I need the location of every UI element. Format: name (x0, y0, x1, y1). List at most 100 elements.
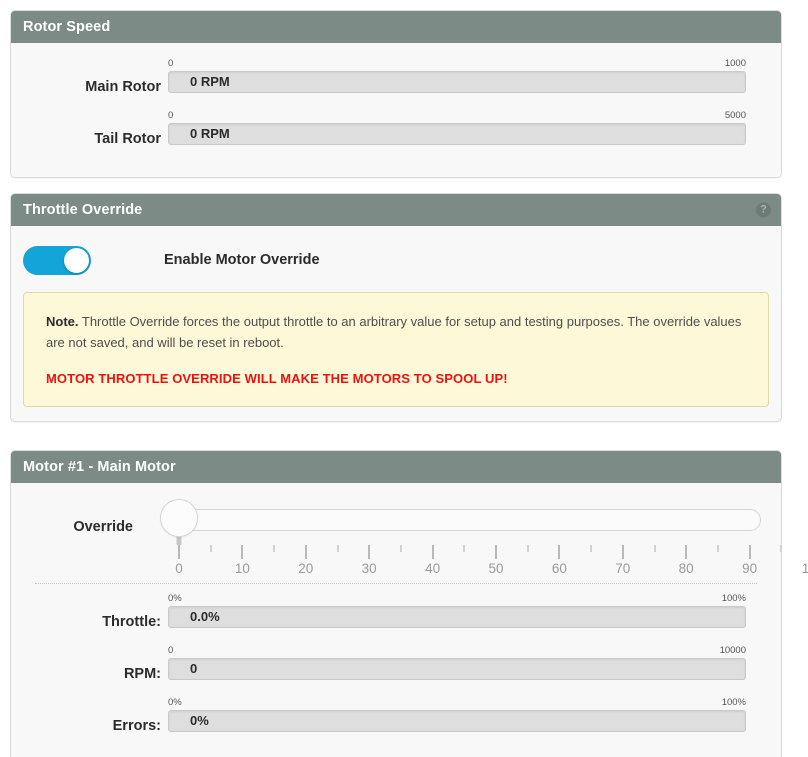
rotor-gauge-range: 0 5000 (168, 109, 771, 123)
override-slider-tick-labels: 0102030405060708090100 (159, 561, 761, 579)
override-slider-label: Override (21, 519, 133, 535)
motor-gauge-row: Errors: 0% 100% 0% (21, 696, 771, 748)
rotor-gauge-gauge: 0 5000 0 RPM (168, 109, 771, 145)
slider-tick-label: 40 (425, 561, 440, 576)
slider-tick-label: 80 (679, 561, 694, 576)
override-slider-row: Override 0102030405060708090100 (21, 491, 771, 583)
rotor-gauge-range: 0 1000 (168, 57, 771, 71)
slider-tick-major (685, 545, 687, 559)
motor-gauge-value: 0 (190, 659, 197, 679)
override-slider-track[interactable] (179, 509, 761, 531)
panel-throttle-override-title: Throttle Override (23, 202, 142, 218)
slider-tick-major (305, 545, 307, 559)
slider-tick-minor (273, 545, 275, 552)
slider-tick-label: 0 (175, 561, 183, 576)
slider-tick-label: 90 (742, 561, 757, 576)
motor-gauge-label: RPM: (21, 666, 161, 682)
motor-gauge-range: 0 10000 (168, 644, 771, 658)
motor-gauge-gauge: 0 10000 0 (168, 644, 771, 680)
override-slider-ticks (159, 545, 761, 561)
toggle-knob (64, 248, 89, 273)
motor-gauge-gauge: 0% 100% 0.0% (168, 592, 771, 628)
rotor-gauge-bar: 0 RPM (168, 123, 746, 145)
override-slider[interactable]: 0102030405060708090100 (159, 499, 761, 579)
rotor-gauge-row: Tail Rotor 0 5000 0 RPM (21, 109, 771, 161)
rotor-gauge-value: 0 RPM (190, 124, 230, 144)
panel-motor-1-body: Override 0102030405060708090100 Throttle… (11, 483, 781, 757)
motor-gauge-gauge: 0% 100% 0% (168, 696, 771, 732)
throttle-override-page: Rotor Speed Main Rotor010000 RPMTail Rot… (0, 0, 808, 757)
slider-tick-major (749, 545, 751, 559)
motor-gauge-value: 0.0% (190, 607, 220, 627)
motor-gauge-max: 100% (722, 697, 746, 708)
slider-tick-major (432, 545, 434, 559)
motor-gauge-max: 10000 (720, 645, 746, 656)
motor-gauge-min: 0% (168, 593, 182, 604)
slider-tick-major (495, 545, 497, 559)
motor-gauge-row: Throttle: 0% 100% 0.0% (21, 592, 771, 644)
slider-tick-major (622, 545, 624, 559)
rotor-gauge-min: 0 (168, 110, 173, 121)
slider-tick-label: 100 (802, 561, 808, 576)
rotor-gauge-label: Main Rotor (21, 79, 161, 95)
rotor-gauge-bar: 0 RPM (168, 71, 746, 93)
panel-motor-1: Motor #1 - Main Motor Override 0 10 20 30 40… (10, 450, 782, 757)
motor-gauge-range: 0% 100% (168, 592, 771, 606)
rotor-gauge-row: Main Rotor 0 1000 0 RPM (21, 57, 771, 109)
panel-rotor-speed-body: Main Rotor 0 1000 0 RPM Tail Rotor 0 5000 0 RPM (11, 43, 781, 177)
motor-gauge-bar: 0.0% (168, 606, 746, 628)
slider-tick-major (368, 545, 370, 559)
motor-gauge-row: RPM: 0 10000 0 (21, 644, 771, 696)
panel-rotor-speed-header: Rotor Speed (11, 11, 781, 43)
slider-tick-minor (527, 545, 529, 552)
motor-gauge-label: Throttle: (21, 614, 161, 630)
motor-gauge-value: 0% (190, 711, 209, 731)
motor-gauge-bar: 0% (168, 710, 746, 732)
motor-1-gauges: Throttle: 0% 100% 0.0% RPM: 0 10000 0 Errors: 0% 1… (21, 584, 771, 748)
slider-tick-minor (590, 545, 592, 552)
note-text: Note. Throttle Override forces the outpu… (46, 311, 746, 353)
panel-motor-1-header: Motor #1 - Main Motor (11, 451, 781, 483)
panel-rotor-speed: Rotor Speed Main Rotor010000 RPMTail Rot… (10, 10, 782, 178)
panel-throttle-override-header: Throttle Override ? (11, 194, 781, 226)
slider-tick-major (178, 545, 180, 559)
motor-gauge-min: 0 (168, 645, 173, 656)
slider-tick-minor (654, 545, 656, 552)
rotor-gauge-label: Tail Rotor (21, 131, 161, 147)
slider-tick-minor (400, 545, 402, 552)
motor-gauge-range: 0% 100% (168, 696, 771, 710)
slider-tick-label: 30 (362, 561, 377, 576)
slider-tick-label: 20 (298, 561, 313, 576)
motor-gauge-label: Errors: (21, 718, 161, 734)
slider-tick-minor (337, 545, 339, 552)
motor-gauge-max: 100% (722, 593, 746, 604)
rotor-gauge-max: 1000 (725, 58, 746, 69)
slider-tick-label: 70 (615, 561, 630, 576)
enable-motor-override-toggle[interactable] (23, 246, 91, 275)
slider-tick-minor (210, 545, 212, 552)
panel-throttle-override-body: Enable Motor Override Note. Throttle Ove… (11, 226, 781, 421)
note-prefix: Note. (46, 314, 79, 329)
slider-tick-label: 10 (235, 561, 250, 576)
note-warning: MOTOR THROTTLE OVERRIDE WILL MAKE THE MO… (46, 371, 746, 386)
question-mark-icon[interactable]: ? (756, 203, 771, 218)
rotor-gauge-value: 0 RPM (190, 72, 230, 92)
slider-tick-major (558, 545, 560, 559)
rotor-gauge-gauge: 0 1000 0 RPM (168, 57, 771, 93)
slider-tick-label: 50 (488, 561, 503, 576)
panel-throttle-override: Throttle Override ? Enable Motor Overrid… (10, 193, 782, 422)
note-body: Throttle Override forces the output thro… (46, 314, 741, 350)
slider-tick-major (241, 545, 243, 559)
rotor-gauge-max: 5000 (725, 110, 746, 121)
slider-tick-minor (463, 545, 465, 552)
enable-motor-override-label: Enable Motor Override (164, 252, 320, 268)
motor-gauge-min: 0% (168, 697, 182, 708)
override-slider-handle[interactable] (160, 499, 198, 537)
throttle-override-note-box: Note. Throttle Override forces the outpu… (23, 292, 769, 407)
motor-gauge-bar: 0 (168, 658, 746, 680)
slider-tick-minor (717, 545, 719, 552)
slider-tick-label: 60 (552, 561, 567, 576)
rotor-gauge-min: 0 (168, 58, 173, 69)
panel-motor-1-title: Motor #1 - Main Motor (23, 459, 176, 475)
motor-override-toggle-row: Enable Motor Override (11, 232, 781, 292)
